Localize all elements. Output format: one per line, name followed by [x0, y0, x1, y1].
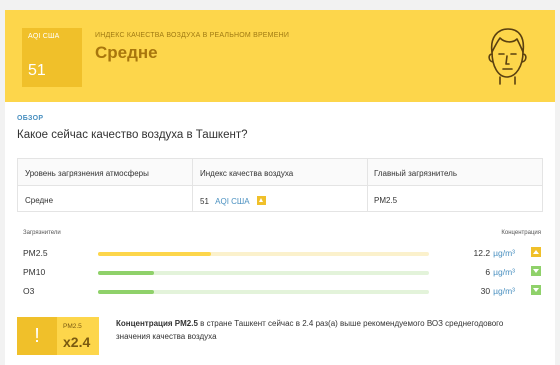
concentration-value: 30 [480, 286, 491, 296]
main-pollutant-value: PM2.5 [374, 196, 398, 205]
concentration-bar-fill [98, 271, 155, 275]
concentration-label: Концентрация [501, 230, 541, 236]
header-pollution-level: Уровень загрязнения атмосферы [25, 169, 149, 178]
trend-down-icon [531, 285, 541, 295]
concentration-value: 12.2 [473, 248, 491, 258]
concentration-bar [98, 252, 429, 256]
concentration-unit: µg/m³ [493, 267, 515, 277]
pollutant-name: PM10 [23, 267, 46, 277]
concentration-unit: µg/m³ [493, 248, 515, 258]
concentration-unit: µg/m³ [493, 286, 515, 296]
multiplier-box: PM2.5 x2.4 [57, 317, 99, 355]
concentration-bar [98, 290, 429, 294]
aqi-score-box: AQI США 51 [22, 28, 82, 87]
header-main-pollutant: Главный загрязнитель [374, 169, 457, 178]
concentration-bar-fill [98, 252, 211, 256]
trend-up-icon [531, 247, 541, 257]
aqi-unit-label: AQI США [28, 33, 60, 40]
air-quality-card: AQI США 51 ИНДЕКС КАЧЕСТВА ВОЗДУХА В РЕА… [5, 10, 555, 365]
pollutants-label: Загрязнители [23, 230, 61, 236]
trend-down-icon [531, 266, 541, 276]
pollutant-concentration: 6 µg/m³ [485, 267, 515, 277]
concentration-bar [98, 271, 429, 275]
aqi-cell-value: 51 [200, 197, 209, 206]
summary-table: Уровень загрязнения атмосферы Индекс кач… [17, 158, 543, 212]
face-icon [488, 28, 527, 85]
pollution-level-value: Средне [25, 196, 54, 205]
pollutant-name: O3 [23, 286, 35, 296]
warning-icon: ! [17, 317, 57, 355]
table-divider [367, 159, 368, 211]
multiplier-pollutant: PM2.5 [63, 323, 82, 330]
concentration-value: 6 [485, 267, 491, 277]
pollutant-name: PM2.5 [23, 248, 48, 258]
table-divider [192, 159, 193, 211]
aqi-cell-unit: AQI США [215, 197, 250, 206]
realtime-label: ИНДЕКС КАЧЕСТВА ВОЗДУХА В РЕАЛЬНОМ ВРЕМЕ… [95, 32, 290, 39]
trend-up-icon [256, 196, 266, 205]
multiplier-value: x2.4 [63, 334, 91, 350]
overview-section-label: ОБЗОР [17, 115, 44, 122]
recommendation-text: Концентрация PM2.5 в стране Ташкент сейч… [116, 318, 516, 343]
pollutant-concentration: 30 µg/m³ [481, 286, 515, 296]
pollutant-concentration: 12.2 µg/m³ [474, 248, 515, 258]
aqi-cell: 51 AQI США [200, 196, 266, 206]
header-aqi: Индекс качества воздуха [200, 169, 294, 178]
recommendation-bold: Концентрация PM2.5 [116, 319, 198, 328]
aqi-hero-banner: AQI США 51 ИНДЕКС КАЧЕСТВА ВОЗДУХА В РЕА… [5, 10, 555, 102]
aqi-score-value: 51 [28, 62, 46, 79]
aqi-status: Средне [95, 43, 158, 62]
overview-question: Какое сейчас качество воздуха в Ташкент? [17, 129, 248, 141]
concentration-bar-fill [98, 290, 155, 294]
